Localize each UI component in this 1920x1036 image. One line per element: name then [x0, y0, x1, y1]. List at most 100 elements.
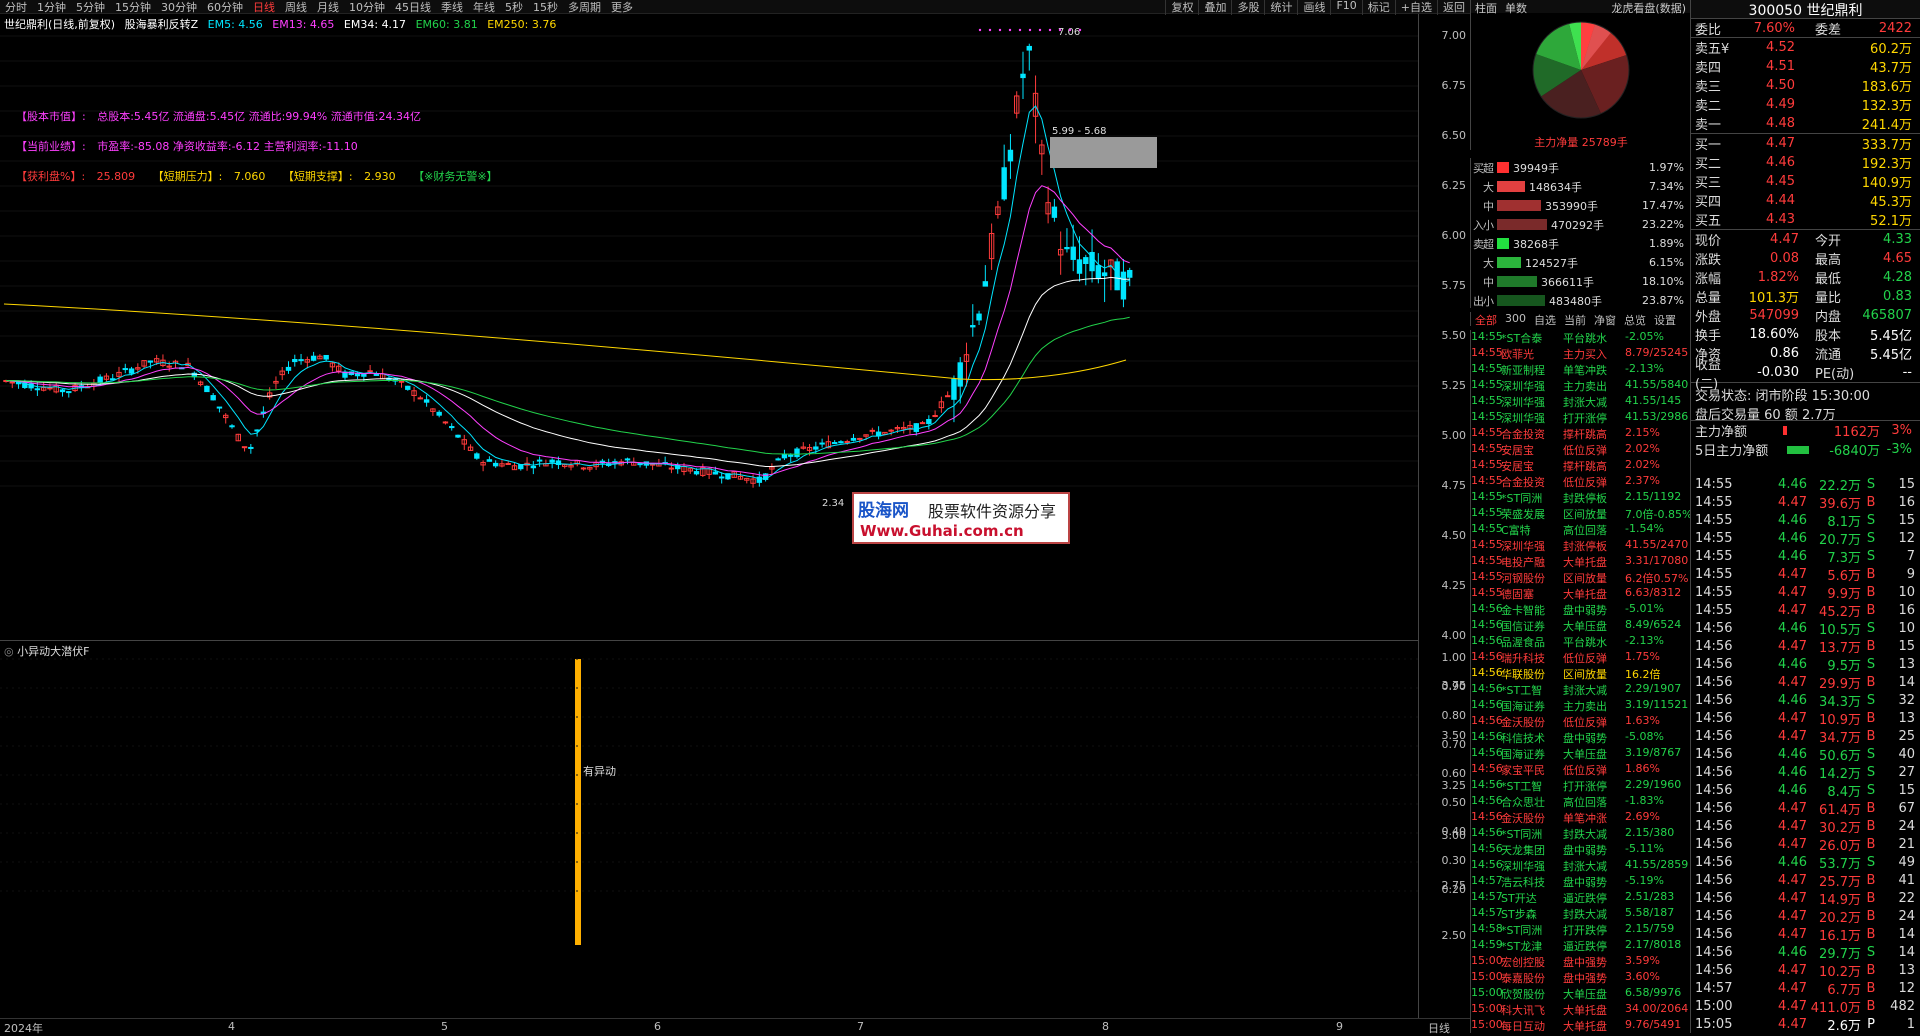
news-row[interactable]: 14:56 科信技术 盘中弱势 -5.08% [1471, 730, 1690, 746]
period-tab[interactable]: 15秒 [528, 0, 563, 15]
news-row[interactable]: 15:00 泰嘉股份 盘中强势 3.60% [1471, 970, 1690, 986]
tick-row[interactable]: 15:00 4.47 411.0万 B 482 [1691, 997, 1920, 1016]
tick-row[interactable]: 14:56 4.47 13.7万 B 15 [1691, 637, 1920, 656]
news-stock[interactable]: 新亚制程 [1501, 362, 1563, 378]
news-row[interactable]: 15:00 宏创控股 盘中强势 3.59% [1471, 954, 1690, 970]
news-stock[interactable]: *ST工智 [1501, 778, 1563, 794]
news-stock[interactable]: 河钢股份 [1501, 570, 1563, 586]
ask-row[interactable]: 卖一 4.48 241.4万 [1691, 114, 1920, 133]
tick-row[interactable]: 14:56 4.46 14.2万 S 27 [1691, 763, 1920, 782]
news-row[interactable]: 14:55 深圳华强 打开涨停 41.53/2986 [1471, 410, 1690, 426]
toolbar-button[interactable]: 叠加 [1198, 0, 1231, 15]
news-tab[interactable]: 设置 [1650, 312, 1680, 327]
period-tab[interactable]: 10分钟 [344, 0, 390, 15]
toolbar-button[interactable]: F10 [1330, 0, 1361, 15]
news-stock[interactable]: 天龙集团 [1501, 842, 1563, 858]
news-row[interactable]: 14:56 华联股份 区间放量 16.2倍 [1471, 666, 1690, 682]
tick-list[interactable]: 14:55 4.46 22.2万 S 15 14:55 4.47 39.6万 B 16 14:55 4… [1691, 475, 1920, 1034]
news-row[interactable]: 14:55 河钢股份 区间放量 6.2倍0.57% [1471, 570, 1690, 586]
news-stock[interactable]: *ST工智 [1501, 682, 1563, 698]
candlestick-chart[interactable]: 5.99 - 5.687.062.34涨财腾 [0, 14, 1418, 640]
bid-row[interactable]: 买一 4.47 333.7万 [1691, 134, 1920, 153]
period-tab[interactable]: 5分钟 [71, 0, 110, 15]
period-tab[interactable]: 月线 [312, 0, 344, 15]
tick-row[interactable]: 14:56 4.46 9.5万 S 13 [1691, 655, 1920, 674]
news-stock[interactable]: 深圳华强 [1501, 410, 1563, 426]
toolbar-button[interactable]: 多股 [1231, 0, 1264, 15]
period-tab[interactable]: 分时 [0, 0, 32, 15]
news-stock[interactable]: 欧菲光 [1501, 346, 1563, 362]
news-stock[interactable]: 合众思壮 [1501, 794, 1563, 810]
news-row[interactable]: 14:56 瑞升科技 低位反弹 1.75% [1471, 650, 1690, 666]
news-stock[interactable]: 深圳华强 [1501, 394, 1563, 410]
tick-row[interactable]: 14:55 4.46 20.7万 S 12 [1691, 529, 1920, 548]
tick-row[interactable]: 14:56 4.46 8.4万 S 15 [1691, 781, 1920, 800]
news-row[interactable]: 14:56 *ST工智 打开涨停 2.29/1960 [1471, 778, 1690, 794]
toolbar-button[interactable]: 画线 [1297, 0, 1330, 15]
news-stock[interactable]: 电投产融 [1501, 554, 1563, 570]
news-row[interactable]: 15:00 欣贺股份 大单压盘 6.58/9976 [1471, 986, 1690, 1002]
tick-row[interactable]: 14:57 4.47 6.7万 B 12 [1691, 979, 1920, 998]
period-tab[interactable]: 30分钟 [156, 0, 202, 15]
news-row[interactable]: 14:55 C富特 高位回落 -1.54% [1471, 522, 1690, 538]
tick-row[interactable]: 14:56 4.46 50.6万 S 40 [1691, 745, 1920, 764]
period-tab[interactable]: 多周期 [563, 0, 606, 15]
news-row[interactable]: 14:55 安居宝 低位反弹 2.02% [1471, 442, 1690, 458]
tick-row[interactable]: 14:56 4.47 30.2万 B 24 [1691, 817, 1920, 836]
tick-row[interactable]: 15:05 4.47 2.6万 P 1 [1691, 1015, 1920, 1034]
news-stock[interactable]: 华联股份 [1501, 666, 1563, 682]
tick-row[interactable]: 14:56 4.46 10.5万 S 10 [1691, 619, 1920, 638]
news-row[interactable]: 14:55 深圳华强 封涨停板 41.55/2470 [1471, 538, 1690, 554]
news-row[interactable]: 14:56 金卡智能 盘中弱势 -5.01% [1471, 602, 1690, 618]
news-row[interactable]: 14:55 合金投资 撑杆跳高 2.15% [1471, 426, 1690, 442]
news-stock[interactable]: 泰嘉股份 [1501, 970, 1563, 986]
news-row[interactable]: 14:55 电投产融 大单托盘 3.31/17080 [1471, 554, 1690, 570]
tick-row[interactable]: 14:56 4.46 53.7万 S 49 [1691, 853, 1920, 872]
news-row[interactable]: 14:55 荣盛发展 区间放量 7.0倍-0.85% [1471, 506, 1690, 522]
toolbar-button[interactable]: 复权 [1165, 0, 1198, 15]
news-stock[interactable]: 品渥食品 [1501, 634, 1563, 650]
news-row[interactable]: 14:56 *ST工智 封涨大减 2.29/1907 [1471, 682, 1690, 698]
news-row[interactable]: 14:56 金沃股份 单笔冲涨 2.69% [1471, 810, 1690, 826]
news-row[interactable]: 14:56 国信证券 大单压盘 8.49/6524 [1471, 618, 1690, 634]
period-tab[interactable]: 年线 [468, 0, 500, 15]
news-stock[interactable]: C富特 [1501, 522, 1563, 538]
toolbar-button[interactable]: +自选 [1394, 0, 1437, 15]
news-row[interactable]: 14:56 天龙集团 盘中弱势 -5.11% [1471, 842, 1690, 858]
news-row[interactable]: 15:00 每日互动 大单托盘 9.76/5491 [1471, 1018, 1690, 1033]
news-row[interactable]: 14:56 *ST同洲 封跌大减 2.15/380 [1471, 826, 1690, 842]
news-stock[interactable]: 瑞升科技 [1501, 650, 1563, 666]
ask-row[interactable]: 卖四 4.51 43.7万 [1691, 57, 1920, 76]
bid-row[interactable]: 买四 4.44 45.3万 [1691, 191, 1920, 210]
period-tab[interactable]: 季线 [436, 0, 468, 15]
news-row[interactable]: 14:55 深圳华强 主力卖出 41.55/5840 [1471, 378, 1690, 394]
news-stock[interactable]: 金沃股份 [1501, 810, 1563, 826]
news-stock[interactable]: 合金投资 [1501, 474, 1563, 490]
news-stock[interactable]: 国海证券 [1501, 746, 1563, 762]
news-tab[interactable]: 300 [1501, 312, 1530, 326]
news-stock[interactable]: 金卡智能 [1501, 602, 1563, 618]
news-stock[interactable]: 深圳华强 [1501, 378, 1563, 394]
news-row[interactable]: 14:57 浩云科技 盘中弱势 -5.19% [1471, 874, 1690, 890]
news-stock[interactable]: 科大讯飞 [1501, 1002, 1563, 1018]
news-stock[interactable]: *ST同洲 [1501, 490, 1563, 506]
tick-row[interactable]: 14:56 4.47 16.1万 B 14 [1691, 925, 1920, 944]
tick-row[interactable]: 14:55 4.47 39.6万 B 16 [1691, 493, 1920, 512]
news-row[interactable]: 14:56 品渥食品 平台跳水 -2.13% [1471, 634, 1690, 650]
tick-row[interactable]: 14:55 4.47 9.9万 B 10 [1691, 583, 1920, 602]
news-stock[interactable]: ST开达 [1501, 890, 1563, 906]
news-stock[interactable]: *ST龙津 [1501, 938, 1563, 954]
news-row[interactable]: 14:58 *ST同洲 打开跌停 2.15/759 [1471, 922, 1690, 938]
news-stock[interactable]: 深圳华强 [1501, 538, 1563, 554]
news-row[interactable]: 14:57 ST开达 逼近跌停 2.51/283 [1471, 890, 1690, 906]
tick-row[interactable]: 14:56 4.47 26.0万 B 21 [1691, 835, 1920, 854]
news-row[interactable]: 14:56 深圳华强 封涨大减 41.55/2859 [1471, 858, 1690, 874]
news-tab[interactable]: 总览 [1620, 312, 1650, 327]
news-row[interactable]: 14:55 欧菲光 主力买入 8.79/25245 [1471, 346, 1690, 362]
news-stock[interactable]: *ST同洲 [1501, 922, 1563, 938]
news-row[interactable]: 14:56 家宝平民 低位反弹 1.86% [1471, 762, 1690, 778]
news-stock[interactable]: 国海证券 [1501, 698, 1563, 714]
news-row[interactable]: 14:56 金沃股份 低位反弹 1.63% [1471, 714, 1690, 730]
news-stock[interactable]: *ST同洲 [1501, 826, 1563, 842]
toolbar-button[interactable]: 返回 [1437, 0, 1470, 15]
